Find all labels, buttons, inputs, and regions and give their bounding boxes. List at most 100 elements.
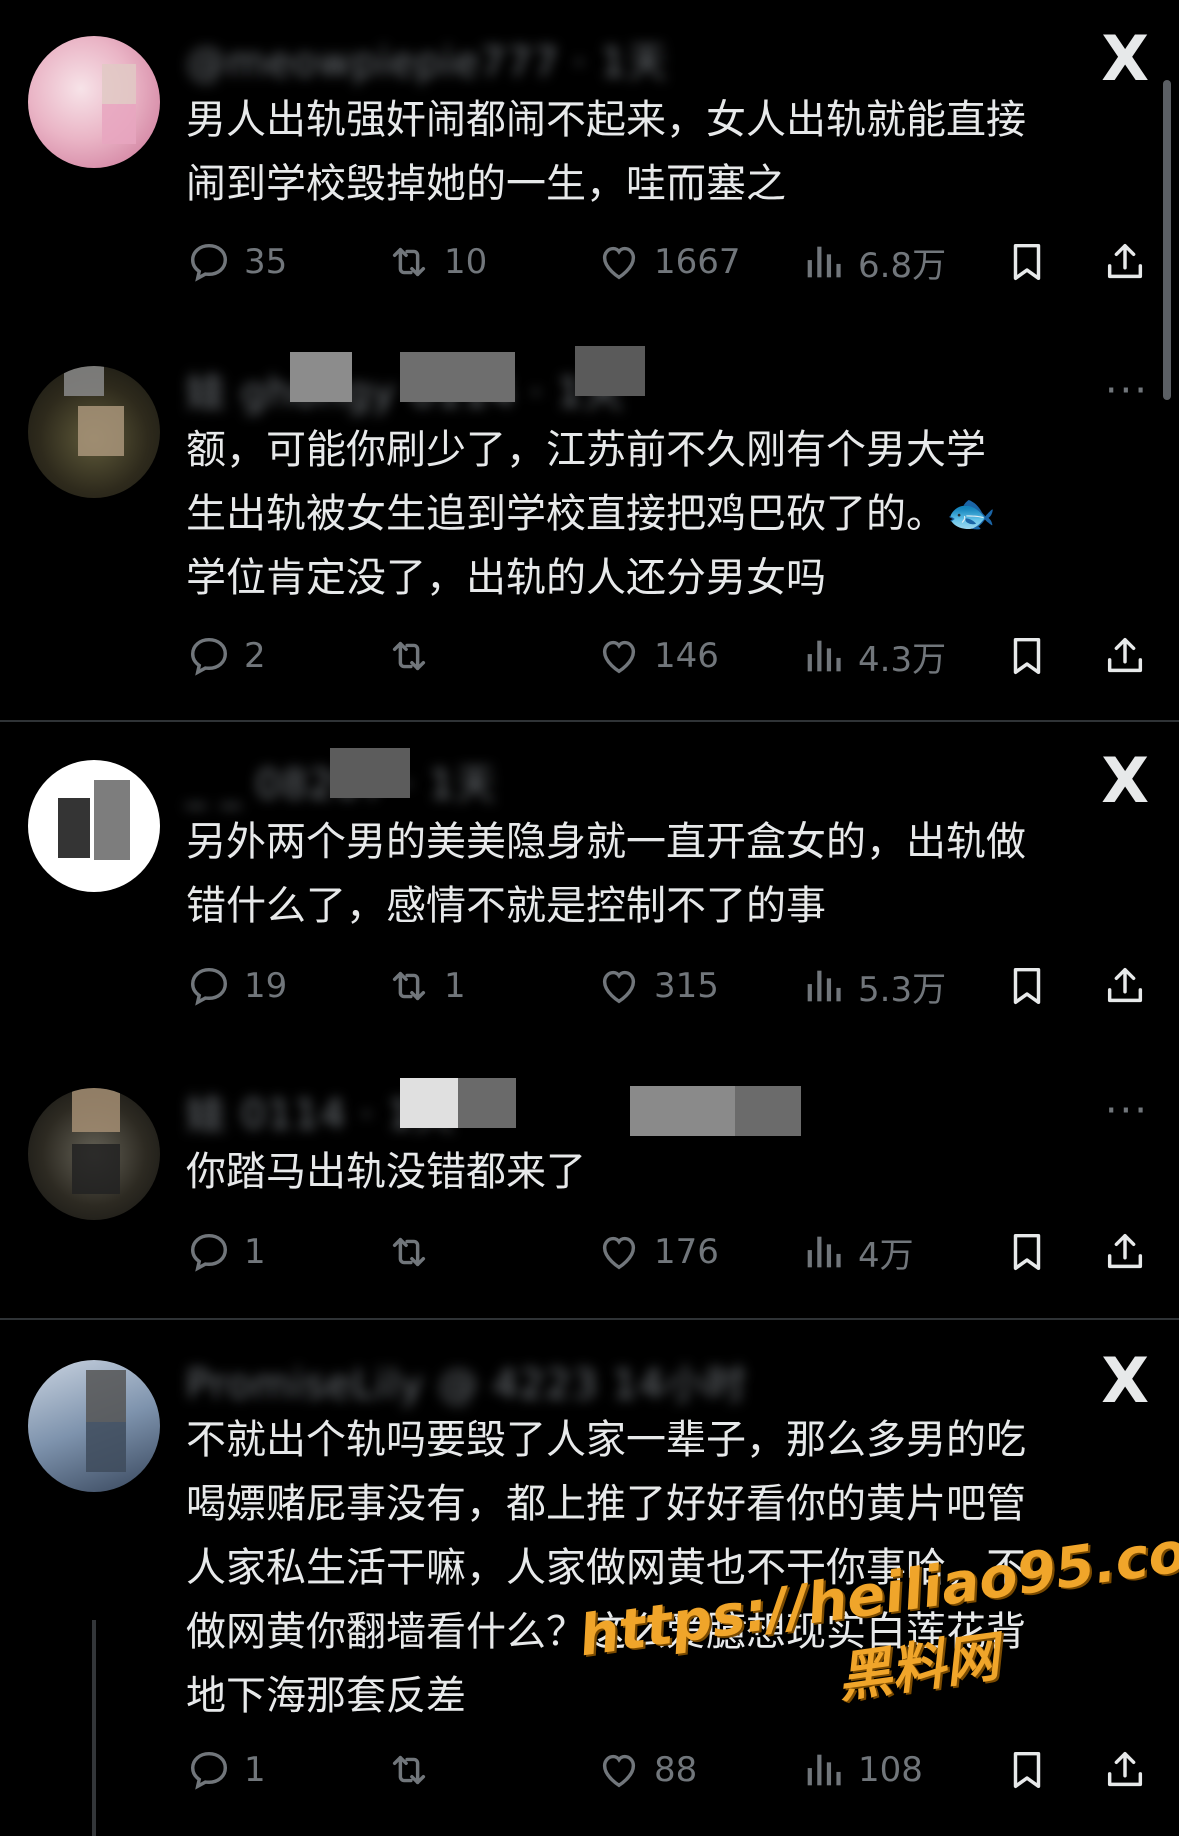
retweet-icon <box>386 633 432 679</box>
views-button[interactable]: 108 <box>800 1740 923 1800</box>
share-icon <box>1102 1229 1148 1275</box>
thread-line <box>92 1620 96 1836</box>
reply-count: 2 <box>244 636 266 676</box>
reply-button[interactable]: 1 <box>186 1222 266 1282</box>
reply-icon <box>186 239 232 285</box>
reply-count: 1 <box>244 1232 266 1272</box>
views-button[interactable]: 4万 <box>800 1222 914 1282</box>
action-bar: 1 88 108 <box>186 1740 1156 1800</box>
bookmark-icon <box>1004 963 1050 1009</box>
reply-button[interactable]: 2 <box>186 626 266 686</box>
post-text: 额，可能你刷少了，江苏前不久刚有个男大学 生出轨被女生追到学校直接把鸡巴砍了的。… <box>186 427 996 601</box>
bookmark-button[interactable] <box>1004 1740 1062 1800</box>
divider <box>0 720 1179 722</box>
reply-icon <box>186 1747 232 1793</box>
share-button[interactable] <box>1102 956 1160 1016</box>
views-icon <box>800 633 846 679</box>
retweet-button[interactable]: 10 <box>386 232 487 292</box>
views-icon <box>800 1747 846 1793</box>
like-count: 176 <box>654 1232 719 1272</box>
share-icon <box>1102 239 1148 285</box>
reply-icon <box>186 1229 232 1275</box>
like-button[interactable]: 315 <box>596 956 719 1016</box>
reply-icon <box>186 963 232 1009</box>
share-icon <box>1102 963 1148 1009</box>
retweet-icon <box>386 1229 432 1275</box>
views-button[interactable]: 4.3万 <box>800 626 946 686</box>
x-logo-icon: X <box>1101 1344 1149 1417</box>
divider <box>0 1318 1179 1320</box>
retweet-button[interactable] <box>386 1222 444 1282</box>
scrollbar[interactable] <box>1163 80 1171 400</box>
views-icon <box>800 1229 846 1275</box>
share-icon <box>1102 633 1148 679</box>
views-icon <box>800 963 846 1009</box>
like-button[interactable]: 146 <box>596 626 719 686</box>
avatar[interactable] <box>28 760 160 892</box>
reply-icon <box>186 633 232 679</box>
like-count: 88 <box>654 1750 698 1790</box>
x-logo-icon: X <box>1101 744 1149 817</box>
retweet-icon <box>386 239 432 285</box>
reply-count: 1 <box>244 1750 266 1790</box>
retweet-button[interactable] <box>386 1740 444 1800</box>
retweet-button[interactable]: 1 <box>386 956 466 1016</box>
like-button[interactable]: 1667 <box>596 232 741 292</box>
share-button[interactable] <box>1102 1740 1160 1800</box>
reply-count: 35 <box>244 242 288 282</box>
avatar[interactable] <box>28 1360 160 1492</box>
views-icon <box>800 239 846 285</box>
like-icon <box>596 1229 642 1275</box>
bookmark-button[interactable] <box>1004 956 1062 1016</box>
avatar[interactable] <box>28 36 160 168</box>
action-bar: 2 146 4.3万 <box>186 626 1156 686</box>
avatar[interactable] <box>28 1088 160 1220</box>
like-button[interactable]: 88 <box>596 1740 697 1800</box>
bookmark-icon <box>1004 633 1050 679</box>
views-count: 5.3万 <box>858 969 947 1010</box>
like-icon <box>596 633 642 679</box>
action-bar: 19 1 315 5.3万 <box>186 956 1156 1016</box>
retweet-icon <box>386 1747 432 1793</box>
more-icon[interactable]: ··· <box>1105 368 1149 414</box>
reply-button[interactable]: 35 <box>186 232 287 292</box>
bookmark-button[interactable] <box>1004 232 1062 292</box>
like-button[interactable]: 176 <box>596 1222 719 1282</box>
post-text: 你踏马出轨没错都来了 <box>186 1149 586 1195</box>
like-icon <box>596 963 642 1009</box>
views-button[interactable]: 6.8万 <box>800 232 946 292</box>
share-button[interactable] <box>1102 232 1160 292</box>
share-icon <box>1102 1747 1148 1793</box>
x-logo-icon: X <box>1101 22 1149 95</box>
share-button[interactable] <box>1102 1222 1160 1282</box>
like-count: 1667 <box>654 242 741 282</box>
share-button[interactable] <box>1102 626 1160 686</box>
more-icon[interactable]: ··· <box>1105 1088 1149 1134</box>
post-text: 另外两个男的美美隐身就一直开盒女的，出轨做 错什么了，感情不就是控制不了的事 <box>186 819 1026 929</box>
bookmark-icon <box>1004 239 1050 285</box>
reply-button[interactable]: 1 <box>186 1740 266 1800</box>
post-handle[interactable]: PromiseLily @ 4223 14小时 <box>186 1352 747 1410</box>
retweet-count: 10 <box>444 242 488 282</box>
views-count: 4.3万 <box>858 639 947 680</box>
bookmark-icon <box>1004 1229 1050 1275</box>
retweet-button[interactable] <box>386 626 444 686</box>
like-icon <box>596 1747 642 1793</box>
like-icon <box>596 239 642 285</box>
post-text: 男人出轨强奸闹都闹不起来，女人出轨就能直接 闹到学校毁掉她的一生，哇而塞之 <box>186 97 1026 207</box>
views-count: 4万 <box>858 1235 914 1276</box>
action-bar: 35 10 1667 6.8万 <box>186 232 1156 292</box>
views-button[interactable]: 5.3万 <box>800 956 946 1016</box>
like-count: 315 <box>654 966 719 1006</box>
reply-count: 19 <box>244 966 288 1006</box>
retweet-icon <box>386 963 432 1009</box>
bookmark-button[interactable] <box>1004 1222 1062 1282</box>
bookmark-icon <box>1004 1747 1050 1793</box>
avatar[interactable] <box>28 366 160 498</box>
like-count: 146 <box>654 636 719 676</box>
bookmark-button[interactable] <box>1004 626 1062 686</box>
post-handle[interactable]: @meowpiepie777 · 1天 <box>186 30 668 88</box>
retweet-count: 1 <box>444 966 466 1006</box>
reply-button[interactable]: 19 <box>186 956 287 1016</box>
action-bar: 1 176 4万 <box>186 1222 1156 1282</box>
